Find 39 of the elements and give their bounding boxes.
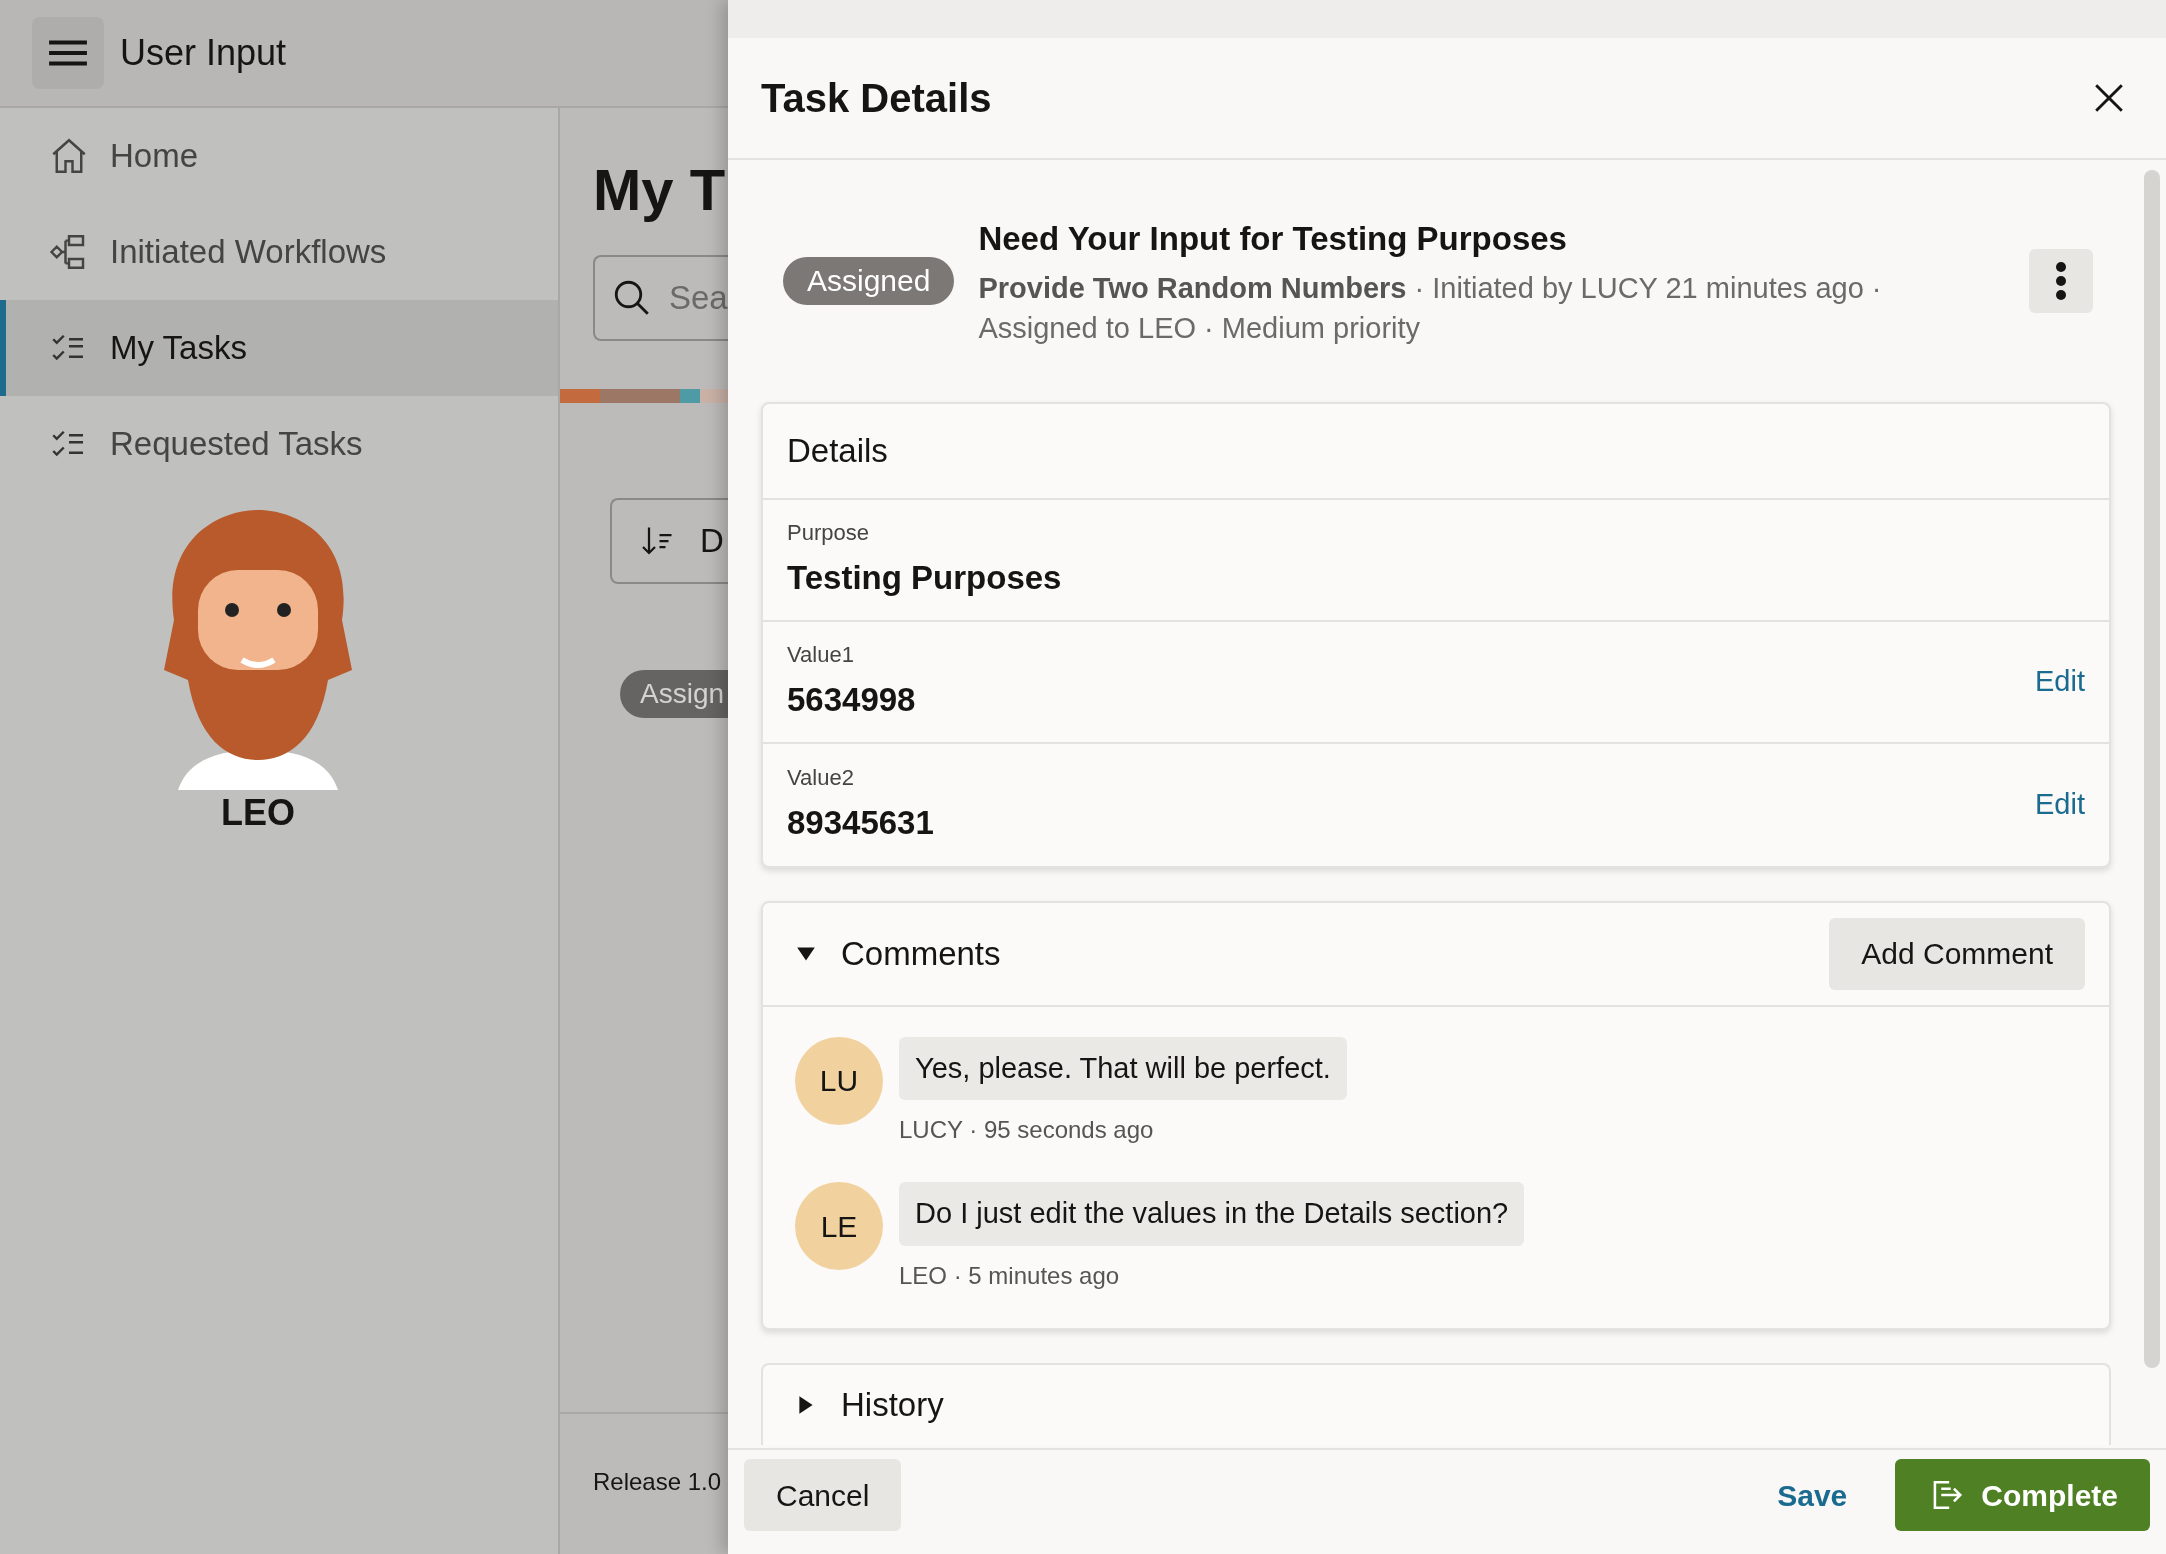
field-value: 89345631 [787, 803, 934, 844]
release-label: Release 1.0 [593, 1468, 722, 1495]
section-heading: Details [787, 430, 888, 471]
section-heading: History [841, 1384, 944, 1425]
add-comment-button[interactable]: Add Comment [1829, 917, 2085, 990]
edit-link[interactable]: Edit [2035, 659, 2085, 704]
cancel-button[interactable]: Cancel [744, 1459, 902, 1531]
field-label: Value2 [787, 764, 855, 793]
section-heading: Comments [841, 933, 1002, 974]
comment-meta: LEO · 5 minutes ago [899, 1260, 1121, 1291]
close-icon [2093, 82, 2125, 114]
more-options-button[interactable] [2029, 248, 2093, 313]
page-title: My T [593, 156, 727, 224]
task-title: Need Your Input for Testing Purposes [978, 219, 1568, 259]
comment-meta: LUCY · 95 seconds ago [899, 1115, 1155, 1145]
task-summary: Provide Two Random Numbers · Initiated by LUCY 21 minutes ago · Assigned to LEO · Medium priority [978, 270, 1883, 346]
comment-bubble: Do I just edit the values in the Details section? [899, 1182, 1525, 1246]
menu-button[interactable] [32, 17, 104, 89]
avatar-initials: LE [795, 1182, 883, 1270]
user-name: LEO [221, 791, 295, 835]
complete-button[interactable]: Complete [1895, 1459, 2150, 1531]
edit-link[interactable]: Edit [2035, 782, 2085, 827]
sidebar-item[interactable]: My Tasks [0, 300, 558, 396]
avatar-initials: LU [795, 1036, 883, 1125]
drawer-title: Task Details [761, 75, 992, 122]
save-link[interactable]: Save [1777, 1472, 1848, 1518]
comment-bubble: Yes, please. That will be perfect. [899, 1036, 1347, 1100]
field-label: Purpose [787, 519, 870, 548]
field-label: Value1 [787, 641, 855, 670]
field-value: Testing Purposes [787, 558, 1062, 599]
sidebar-item[interactable]: Initiated Workflows [0, 204, 558, 300]
scrollbar[interactable] [2144, 170, 2160, 1368]
sidebar-item[interactable]: Requested Tasks [0, 396, 558, 492]
status-badge: Assign [620, 670, 728, 718]
app-title: User Input [120, 31, 287, 75]
kebab-icon [2055, 260, 2067, 301]
field-value: 5634998 [787, 680, 916, 721]
status-badge: Assigned [783, 256, 955, 305]
sidebar-item[interactable]: Home [0, 108, 558, 204]
